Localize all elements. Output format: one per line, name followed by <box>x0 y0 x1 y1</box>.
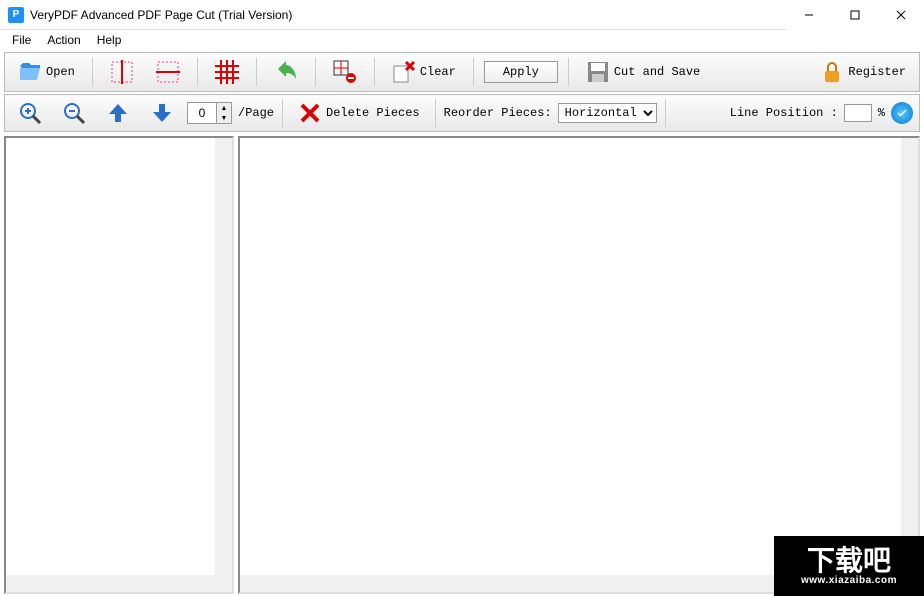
arrow-down-icon <box>150 101 174 125</box>
save-icon <box>586 60 610 84</box>
x-delete-icon <box>298 101 322 125</box>
page-view-panel <box>238 136 920 594</box>
undo-button[interactable] <box>267 57 305 87</box>
main-toolbar: Open Clear Apply Cut and Save Register <box>4 52 920 92</box>
register-label: Register <box>848 65 906 79</box>
page-suffix-label: /Page <box>238 106 274 120</box>
window-title: VeryPDF Advanced PDF Page Cut (Trial Ver… <box>30 8 786 22</box>
reorder-select[interactable]: Horizontal <box>558 103 657 123</box>
line-position-label: Line Position : <box>730 106 838 120</box>
menu-help[interactable]: Help <box>89 31 130 49</box>
delete-cut-button[interactable] <box>326 57 364 87</box>
spin-up[interactable]: ▲ <box>217 103 231 113</box>
app-icon: P <box>8 7 24 23</box>
secondary-toolbar: ▲ ▼ /Page Delete Pieces Reorder Pieces: … <box>4 94 920 132</box>
separator <box>568 58 569 86</box>
cut-and-save-label: Cut and Save <box>614 65 700 79</box>
scroll-corner <box>215 575 232 592</box>
reorder-label: Reorder Pieces: <box>444 106 552 120</box>
add-horizontal-cut-button[interactable] <box>149 57 187 87</box>
spin-down[interactable]: ▼ <box>217 113 231 123</box>
add-vertical-cut-button[interactable] <box>103 57 141 87</box>
page-down-button[interactable] <box>143 98 181 128</box>
maximize-button[interactable] <box>832 0 878 30</box>
separator <box>197 58 198 86</box>
clear-label: Clear <box>420 65 456 79</box>
close-button[interactable] <box>878 0 924 30</box>
menu-bar: File Action Help <box>0 30 924 50</box>
lock-icon <box>820 60 844 84</box>
zoom-out-icon <box>62 101 86 125</box>
undo-icon <box>274 60 298 84</box>
thumbnail-panel <box>4 136 234 594</box>
watermark-url: www.xiazaiba.com <box>801 575 897 586</box>
separator <box>92 58 93 86</box>
grid-icon <box>215 60 239 84</box>
page-number-spinner[interactable]: ▲ ▼ <box>187 102 232 124</box>
confirm-position-button[interactable] <box>891 102 913 124</box>
separator <box>282 99 283 127</box>
zoom-out-button[interactable] <box>55 98 93 128</box>
cut-and-save-button[interactable]: Cut and Save <box>579 57 707 87</box>
delete-pieces-button[interactable]: Delete Pieces <box>291 98 427 128</box>
delete-pieces-label: Delete Pieces <box>326 106 420 120</box>
line-position-input[interactable] <box>844 104 872 122</box>
separator <box>256 58 257 86</box>
open-button[interactable]: Open <box>11 57 82 87</box>
zoom-in-icon <box>18 101 42 125</box>
separator <box>315 58 316 86</box>
clear-icon <box>392 60 416 84</box>
grid-vline-icon <box>110 60 134 84</box>
open-label: Open <box>46 65 75 79</box>
scrollbar-vertical[interactable] <box>901 138 918 575</box>
folder-open-icon <box>18 60 42 84</box>
page-up-button[interactable] <box>99 98 137 128</box>
separator <box>665 99 666 127</box>
apply-button[interactable]: Apply <box>484 61 558 83</box>
scrollbar-vertical[interactable] <box>215 138 232 575</box>
watermark-overlay: 下载吧 www.xiazaiba.com <box>774 536 924 596</box>
apply-label: Apply <box>503 65 539 79</box>
grid-cut-button[interactable] <box>208 57 246 87</box>
grid-hline-icon <box>156 60 180 84</box>
arrow-up-icon <box>106 101 130 125</box>
menu-action[interactable]: Action <box>39 31 88 49</box>
scrollbar-horizontal[interactable] <box>6 575 215 592</box>
separator <box>473 58 474 86</box>
percent-label: % <box>878 106 885 120</box>
separator <box>374 58 375 86</box>
grid-delete-icon <box>333 60 357 84</box>
zoom-in-button[interactable] <box>11 98 49 128</box>
page-number-input[interactable] <box>188 106 216 120</box>
minimize-button[interactable] <box>786 0 832 30</box>
watermark-text: 下载吧 <box>807 547 891 575</box>
register-button[interactable]: Register <box>813 57 913 87</box>
separator <box>435 99 436 127</box>
menu-file[interactable]: File <box>4 31 39 49</box>
clear-button[interactable]: Clear <box>385 57 463 87</box>
